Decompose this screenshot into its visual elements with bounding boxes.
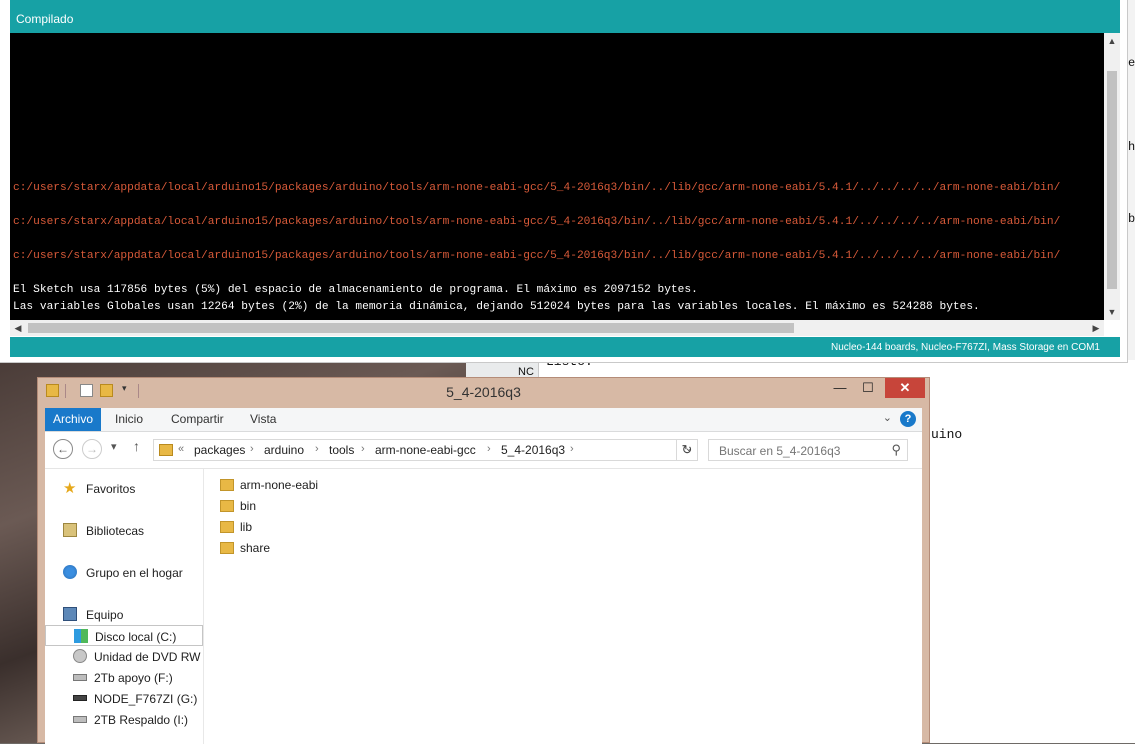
folder-icon: [220, 500, 234, 512]
search-box[interactable]: ⚲: [708, 439, 908, 461]
search-icon[interactable]: ⚲: [891, 442, 901, 458]
breadcrumb-tools[interactable]: tools: [329, 443, 354, 457]
console-line: c:/users/starx/appdata/local/arduino15/p…: [13, 250, 1061, 262]
compile-status-text: Compilado: [16, 12, 74, 26]
nav-item-label: Favoritos: [86, 482, 136, 496]
drive-icon: [73, 716, 87, 723]
console-line: El Sketch usa 117856 bytes (5%) del espa…: [13, 284, 698, 296]
scroll-down-icon[interactable]: ▼: [1104, 304, 1120, 320]
drive-icon: [73, 674, 87, 681]
background-fragment-uino: uino: [931, 427, 963, 442]
help-icon[interactable]: ?: [900, 411, 916, 427]
address-bar[interactable]: « packages › arduino › tools › arm-none-…: [153, 439, 698, 461]
chevron-right-icon[interactable]: ›: [570, 443, 574, 455]
explorer-titlebar[interactable]: ▾ 5_4-2016q3 — ☐ ✕: [38, 378, 929, 406]
nav-item-dvd[interactable]: Unidad de DVD RW (: [45, 646, 203, 667]
search-input[interactable]: [717, 443, 886, 459]
nav-item-label: Disco local (C:): [95, 630, 177, 644]
tab-vista[interactable]: Vista: [250, 408, 276, 431]
console-line: c:/users/starx/appdata/local/arduino15/p…: [13, 182, 1061, 194]
windows-drive-icon: [74, 629, 88, 643]
breadcrumb-arm-none-eabi-gcc[interactable]: arm-none-eabi-gcc: [375, 443, 476, 457]
star-icon: ★: [63, 480, 77, 497]
nav-item-2tb-apoyo[interactable]: 2Tb apoyo (F:): [45, 667, 203, 688]
file-name: bin: [240, 499, 257, 513]
console-line: Las variables Globales usan 12264 bytes …: [13, 301, 980, 313]
library-icon: [63, 523, 77, 537]
background-fragment-e: e: [1128, 56, 1135, 70]
nav-item-label: Bibliotecas: [86, 524, 145, 538]
navigation-pane: ★ Favoritos Bibliotecas Grupo en el hoga…: [45, 469, 204, 744]
recent-locations-icon[interactable]: ▾: [111, 440, 117, 453]
nav-item-disco-local[interactable]: Disco local (C:): [45, 625, 203, 646]
breadcrumb-overflow-icon[interactable]: «: [178, 443, 184, 455]
file-explorer-window: ▾ 5_4-2016q3 — ☐ ✕ Archivo Inicio Compar…: [37, 377, 930, 744]
expand-ribbon-icon[interactable]: ⌄: [883, 411, 892, 424]
file-list: arm-none-eabi bin lib share: [204, 469, 922, 744]
file-name: arm-none-eabi: [240, 478, 319, 492]
nav-item-equipo[interactable]: Equipo: [45, 604, 203, 625]
compile-status-bar: Compilado: [10, 0, 1120, 33]
nav-item-label: 2Tb apoyo (F:): [94, 671, 173, 685]
console-line: c:/users/starx/appdata/local/arduino15/p…: [13, 216, 1061, 228]
file-name: share: [240, 541, 271, 555]
breadcrumb-current-folder[interactable]: 5_4-2016q3: [501, 443, 565, 457]
nav-item-label: Equipo: [86, 608, 124, 622]
board-status-footer: Nucleo-144 boards, Nucleo-F767ZI, Mass S…: [10, 337, 1120, 357]
nav-item-label: Unidad de DVD RW (: [94, 650, 203, 664]
scroll-right-icon[interactable]: ▶: [1088, 320, 1104, 336]
tab-compartir[interactable]: Compartir: [171, 408, 224, 431]
background-fragment-b: b: [1128, 212, 1135, 226]
chevron-right-icon[interactable]: ›: [361, 443, 365, 455]
chevron-right-icon[interactable]: ›: [315, 443, 319, 455]
drive-icon: [73, 695, 87, 701]
background-fragment-h: h: [1128, 140, 1135, 154]
forward-icon[interactable]: →: [82, 439, 102, 459]
vertical-scroll-thumb[interactable]: [1107, 71, 1117, 289]
board-info-text: Nucleo-144 boards, Nucleo-F767ZI, Mass S…: [830, 342, 1100, 353]
nav-item-label: Grupo en el hogar: [86, 566, 183, 580]
breadcrumb-arduino[interactable]: arduino: [264, 443, 304, 457]
nav-item-bibliotecas[interactable]: Bibliotecas: [45, 520, 203, 541]
homegroup-icon: [63, 565, 77, 579]
folder-icon: [159, 444, 173, 456]
maximize-button[interactable]: ☐: [856, 378, 880, 398]
close-button[interactable]: ✕: [885, 378, 925, 398]
tab-archivo[interactable]: Archivo: [45, 408, 101, 431]
horizontal-scroll-thumb[interactable]: [28, 323, 794, 333]
navigation-bar: ← → ▾ ↑ « packages › arduino › tools › a…: [45, 432, 922, 469]
console-vertical-scrollbar[interactable]: ▲ ▼: [1104, 33, 1120, 320]
folder-icon: [220, 542, 234, 554]
scroll-left-icon[interactable]: ◀: [10, 320, 26, 336]
console-horizontal-scrollbar[interactable]: ◀ ▶: [10, 320, 1104, 336]
file-name: lib: [240, 520, 253, 534]
arduino-ide-window: Compilado c:/users/starx/appdata/local/a…: [0, 0, 1128, 363]
refresh-icon[interactable]: ↻: [676, 439, 698, 461]
nav-item-label: 2TB Respaldo (I:): [94, 713, 189, 727]
ribbon-tabs: Archivo Inicio Compartir Vista ⌄ ?: [45, 408, 922, 432]
chevron-right-icon[interactable]: ›: [250, 443, 254, 455]
nav-item-label: NODE_F767ZI (G:): [94, 692, 198, 706]
up-icon[interactable]: ↑: [133, 438, 140, 454]
back-icon[interactable]: ←: [53, 439, 73, 459]
computer-icon: [63, 607, 77, 621]
breadcrumb-packages[interactable]: packages: [194, 443, 245, 457]
background-right-edge: h b e: [1127, 0, 1135, 360]
folder-icon: [220, 479, 234, 491]
nav-item-favoritos[interactable]: ★ Favoritos: [45, 478, 203, 499]
window-title: 5_4-2016q3: [446, 384, 521, 400]
nav-item-2tb-respaldo[interactable]: 2TB Respaldo (I:): [45, 709, 203, 730]
console-output[interactable]: c:/users/starx/appdata/local/arduino15/p…: [10, 33, 1104, 320]
dvd-drive-icon: [73, 649, 87, 663]
tab-inicio[interactable]: Inicio: [115, 408, 143, 431]
nav-item-node-f767zi[interactable]: NODE_F767ZI (G:): [45, 688, 203, 709]
scroll-up-icon[interactable]: ▲: [1104, 33, 1120, 49]
chevron-right-icon[interactable]: ›: [487, 443, 491, 455]
minimize-button[interactable]: —: [828, 378, 852, 398]
folder-icon: [220, 521, 234, 533]
nav-item-grupo-hogar[interactable]: Grupo en el hogar: [45, 562, 203, 583]
